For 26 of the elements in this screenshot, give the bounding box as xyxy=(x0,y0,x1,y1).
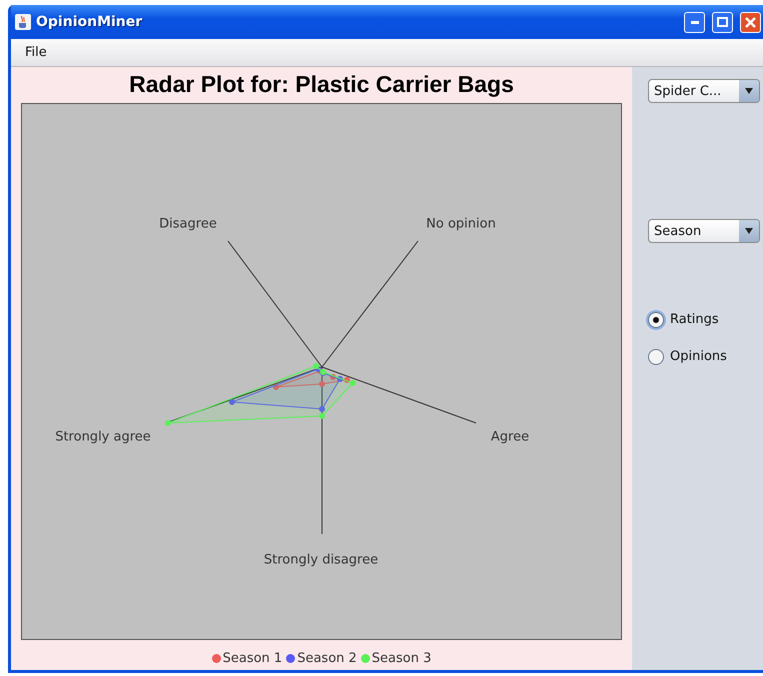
close-icon xyxy=(745,16,756,28)
close-button[interactable] xyxy=(740,12,761,32)
legend-label: Season 1 xyxy=(222,651,282,666)
axis-label: Strongly agree xyxy=(55,430,151,444)
legend-label: Season 2 xyxy=(297,651,357,666)
minimize-button[interactable] xyxy=(684,12,705,32)
maximize-icon xyxy=(717,17,728,27)
dropdown-arrow-icon xyxy=(745,88,753,94)
radio-label[interactable]: Opinions xyxy=(670,349,727,364)
maximize-button[interactable] xyxy=(712,12,733,32)
coffee-cup-icon xyxy=(15,14,31,30)
minimize-icon xyxy=(690,20,698,24)
group-by-dropdown[interactable]: Season xyxy=(648,219,760,243)
dropdown-arrow-icon xyxy=(745,228,753,234)
window-title: OpinionMiner xyxy=(36,14,144,30)
axis-label: Agree xyxy=(490,430,530,444)
radio-button[interactable] xyxy=(648,312,664,328)
chart-type-dropdown[interactable]: Spider C... xyxy=(648,79,760,103)
axis-label: Strongly disagree xyxy=(264,552,378,568)
radio-button[interactable] xyxy=(648,348,664,364)
axis-label: Disagree xyxy=(159,216,217,232)
legend-label: Season 3 xyxy=(372,651,432,666)
radio-label[interactable]: Ratings xyxy=(670,312,719,327)
axis-label: No opinion xyxy=(426,216,496,232)
menu-item[interactable]: File xyxy=(25,45,47,60)
chart-title: Radar Plot for: Plastic Carrier Bags xyxy=(129,71,514,99)
